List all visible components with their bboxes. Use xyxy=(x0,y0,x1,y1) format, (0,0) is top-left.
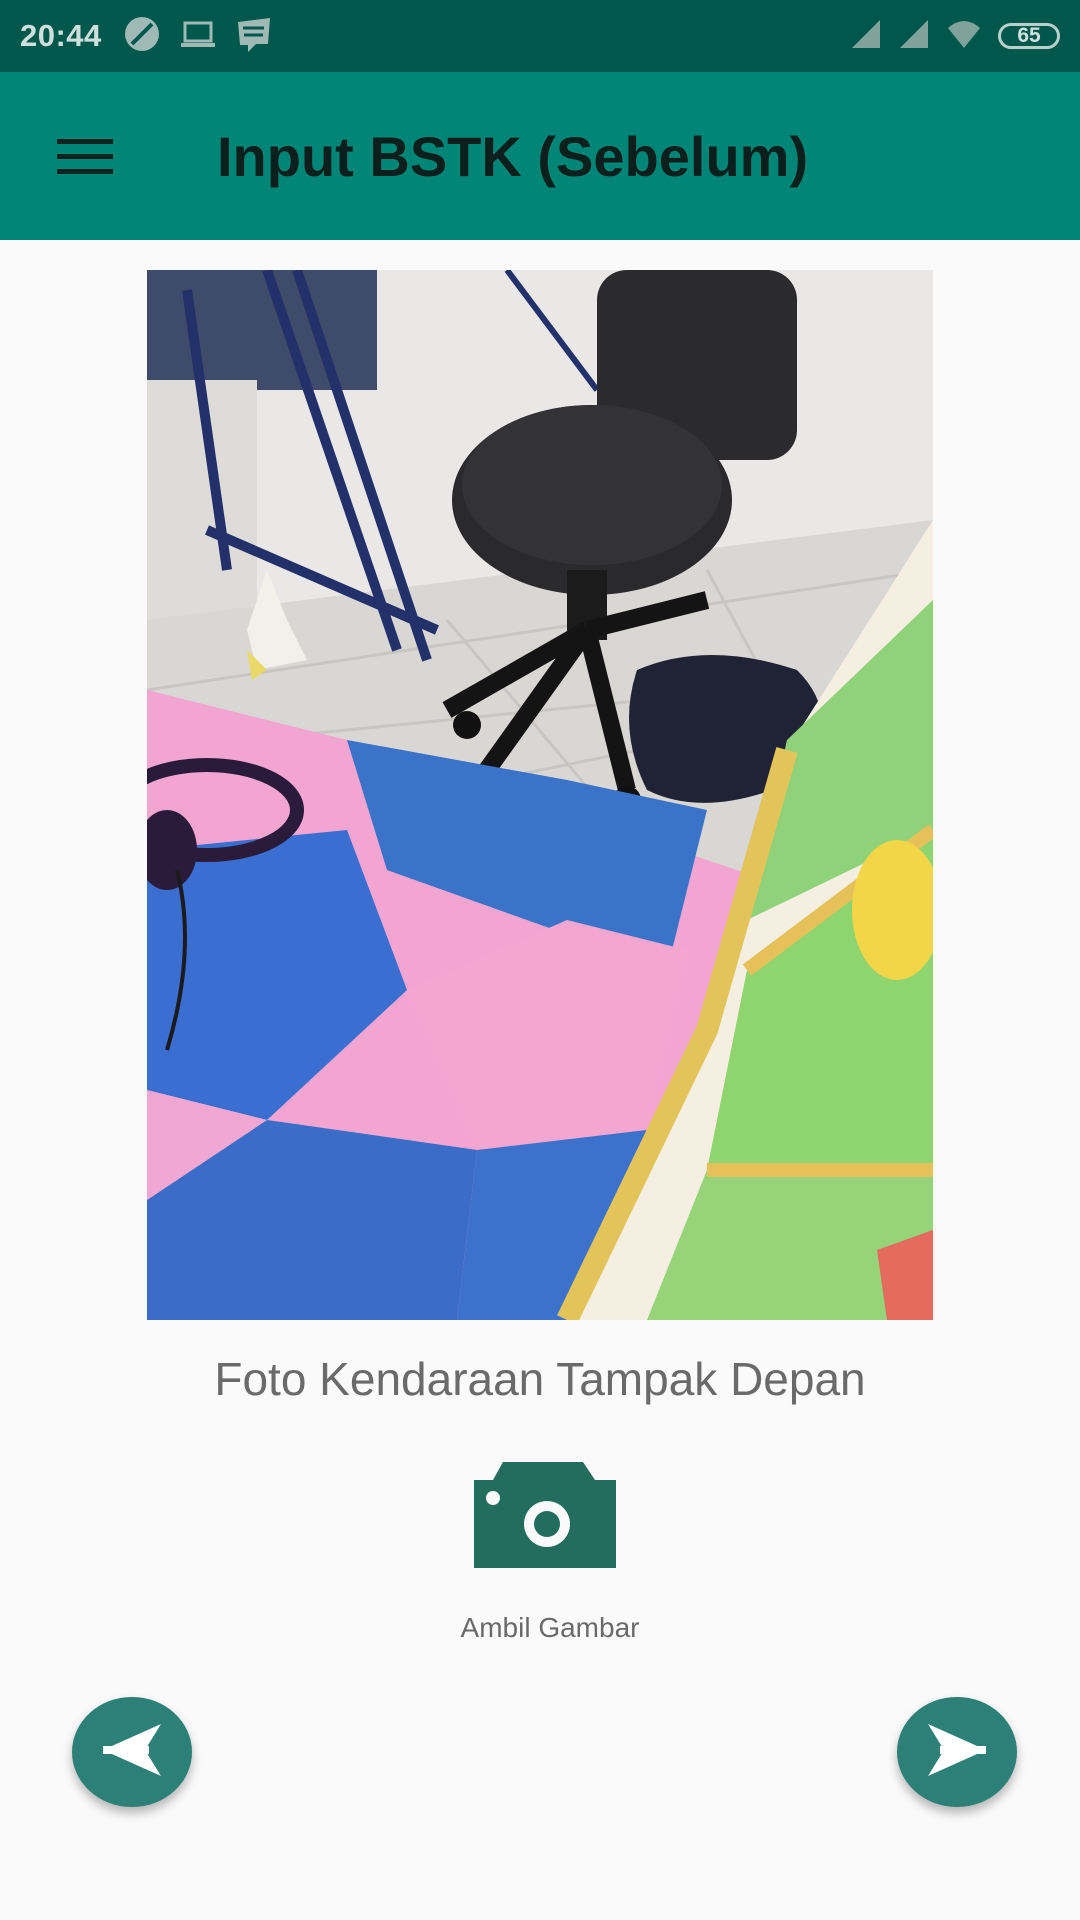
back-button[interactable] xyxy=(72,1697,192,1807)
vehicle-photo xyxy=(147,270,933,1320)
send-button[interactable] xyxy=(897,1697,1017,1807)
menu-icon[interactable] xyxy=(40,116,130,196)
webtoon-icon xyxy=(234,14,274,59)
status-system-icons: 65 xyxy=(850,18,1060,55)
battery-indicator: 65 xyxy=(998,23,1060,49)
signal-icon xyxy=(898,18,930,55)
signal-icon xyxy=(850,18,882,55)
back-arrow-icon xyxy=(99,1720,165,1785)
photo-caption: Foto Kendaraan Tampak Depan xyxy=(214,1353,866,1405)
app-toolbar: Input BSTK (Sebelum) xyxy=(0,72,1080,240)
wifi-icon xyxy=(946,18,982,55)
send-icon xyxy=(924,1720,990,1785)
leaf-icon xyxy=(122,14,162,59)
camera-icon[interactable] xyxy=(470,1458,630,1576)
status-notification-icons xyxy=(122,14,274,59)
camera-label[interactable]: Ambil Gambar xyxy=(0,1612,1080,1644)
page-title: Input BSTK (Sebelum) xyxy=(217,125,809,188)
laptop-icon xyxy=(178,14,218,59)
status-bar: 20:44 65 xyxy=(0,0,1080,72)
status-time: 20:44 xyxy=(20,18,102,53)
